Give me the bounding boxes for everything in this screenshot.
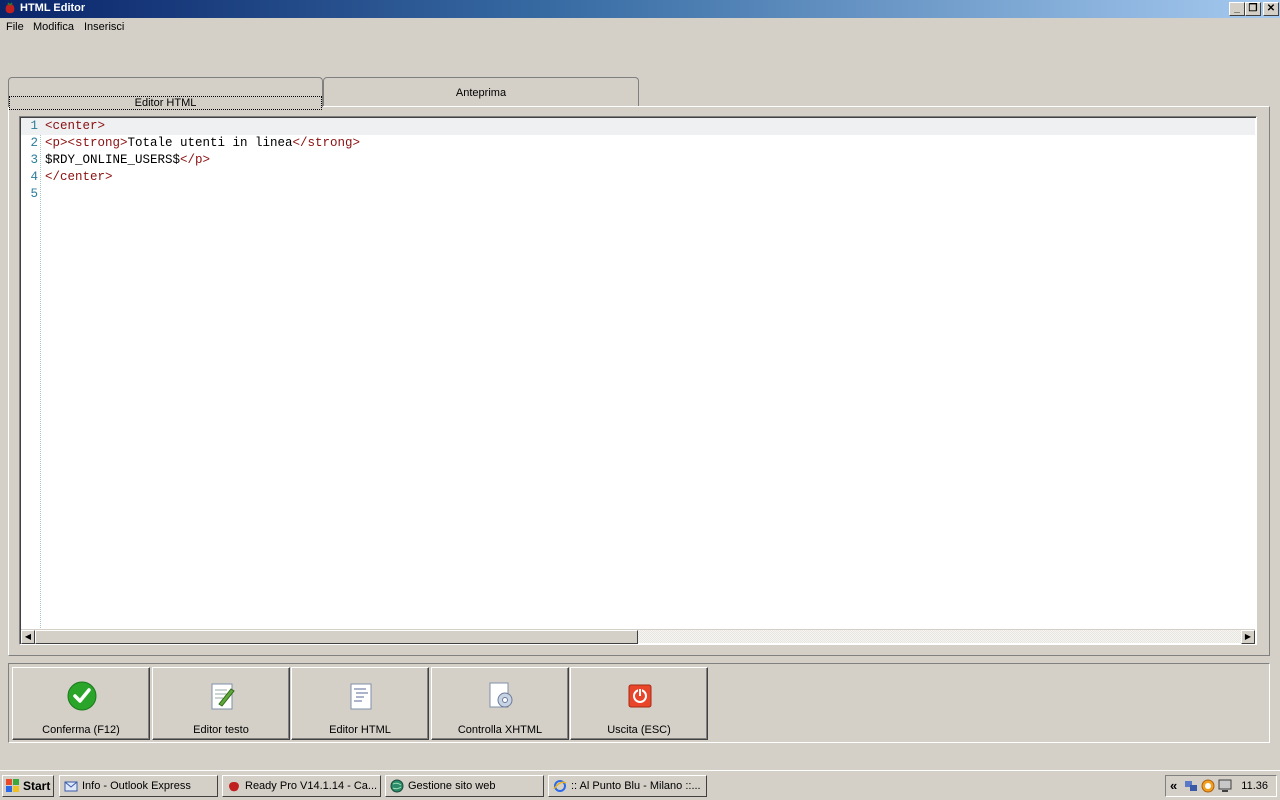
taskbar-item-outlook[interactable]: Info - Outlook Express bbox=[59, 775, 218, 797]
code-tag: </strong> bbox=[292, 136, 361, 150]
menu-file[interactable]: File bbox=[6, 21, 24, 33]
taskbar-item-label: Ready Pro V14.1.14 - Ca... bbox=[245, 780, 378, 792]
scroll-thumb[interactable] bbox=[35, 630, 638, 644]
power-icon bbox=[628, 684, 652, 708]
exit-button[interactable]: Uscita (ESC) bbox=[570, 667, 708, 740]
confirm-button[interactable]: Conferma (F12) bbox=[12, 667, 150, 740]
line-number: 2 bbox=[30, 136, 38, 150]
check-xhtml-button[interactable]: Controlla XHTML bbox=[431, 667, 569, 740]
antivirus-icon[interactable] bbox=[1201, 779, 1215, 793]
line-number: 5 bbox=[30, 187, 38, 201]
strawberry-icon bbox=[229, 782, 239, 792]
app-strawberry-icon bbox=[5, 2, 15, 14]
text-editor-button[interactable]: Editor testo bbox=[152, 667, 290, 740]
code-tag: </p> bbox=[180, 153, 211, 167]
code-line[interactable]: 1 <center> bbox=[21, 118, 1255, 135]
menu-modifica[interactable]: Modifica bbox=[33, 21, 74, 33]
code-text: $RDY_ONLINE_USERS$ bbox=[45, 153, 181, 167]
close-button[interactable]: ✕ bbox=[1263, 2, 1279, 16]
network-icon[interactable] bbox=[1184, 779, 1198, 793]
check-xhtml-button-label: Controlla XHTML bbox=[457, 724, 543, 736]
html-editor-button[interactable]: Editor HTML bbox=[291, 667, 429, 740]
html-document-icon bbox=[350, 683, 372, 710]
taskbar-item-label: Gestione sito web bbox=[408, 780, 496, 792]
code-tag: <p><strong> bbox=[45, 136, 128, 150]
line-number: 4 bbox=[30, 170, 38, 184]
outlook-express-icon bbox=[64, 781, 78, 792]
code-line[interactable]: 4 </center> bbox=[21, 169, 1255, 186]
code-line[interactable]: 2 <p><strong>Totale utenti in linea</str… bbox=[21, 135, 1255, 152]
minimize-button[interactable]: _ bbox=[1229, 2, 1245, 16]
monitor-icon[interactable] bbox=[1218, 779, 1232, 793]
line-number: 3 bbox=[30, 153, 38, 167]
code-text: Totale utenti in linea bbox=[127, 136, 293, 150]
tab-editor-html[interactable]: Editor HTML bbox=[8, 77, 323, 110]
window-title: HTML Editor bbox=[20, 2, 86, 14]
restore-button[interactable]: ❐ bbox=[1245, 2, 1261, 16]
menu-bar: File Modifica Inserisci bbox=[0, 19, 1280, 37]
clock: 11.36 bbox=[1241, 780, 1268, 792]
code-line[interactable]: 3 $RDY_ONLINE_USERS$</p> bbox=[21, 152, 1255, 169]
code-tag: <center> bbox=[45, 119, 106, 133]
gear-document-icon bbox=[489, 682, 513, 708]
taskbar-item-ready-pro[interactable]: Ready Pro V14.1.14 - Ca... bbox=[222, 775, 381, 797]
check-icon bbox=[67, 681, 97, 711]
horizontal-scrollbar[interactable]: ◀ ▶ bbox=[21, 629, 1255, 644]
taskbar-item-gestione-sito[interactable]: Gestione sito web bbox=[385, 775, 544, 797]
text-editor-button-label: Editor testo bbox=[193, 724, 249, 736]
show-hidden-icons-icon[interactable]: « bbox=[1170, 778, 1177, 793]
tab-editor-html-label: Editor HTML bbox=[9, 96, 322, 110]
html-code-editor[interactable]: 1 <center> 2 <p><strong>Totale utenti in… bbox=[19, 116, 1257, 645]
internet-explorer-icon bbox=[553, 780, 567, 792]
system-tray: « 11.36 bbox=[1165, 775, 1277, 797]
code-tag: </center> bbox=[45, 170, 113, 184]
html-editor-button-label: Editor HTML bbox=[329, 724, 391, 736]
taskbar-item-internet-explorer[interactable]: :: Al Punto Blu - Milano ::... bbox=[548, 775, 707, 797]
globe-icon bbox=[390, 779, 404, 793]
scroll-right-arrow-icon[interactable]: ▶ bbox=[1241, 630, 1255, 644]
confirm-button-label: Conferma (F12) bbox=[42, 724, 120, 736]
code-line[interactable]: 5 bbox=[21, 186, 1255, 203]
start-label: Start bbox=[23, 779, 51, 793]
windows-logo-icon bbox=[6, 779, 19, 792]
taskbar-item-label: :: Al Punto Blu - Milano ::... bbox=[571, 780, 701, 792]
edit-text-icon bbox=[211, 683, 235, 710]
title-bar[interactable]: HTML Editor _ ❐ ✕ bbox=[0, 0, 1280, 18]
scroll-left-arrow-icon[interactable]: ◀ bbox=[21, 630, 35, 644]
menu-inserisci[interactable]: Inserisci bbox=[84, 21, 124, 33]
taskbar-item-label: Info - Outlook Express bbox=[82, 780, 191, 792]
tab-anteprima-label: Anteprima bbox=[455, 87, 507, 99]
start-button[interactable]: Start bbox=[2, 775, 54, 797]
tab-anteprima[interactable]: Anteprima bbox=[323, 77, 639, 106]
exit-button-label: Uscita (ESC) bbox=[607, 724, 671, 736]
taskbar: Start Info - Outlook Express Ready Pro V… bbox=[0, 770, 1280, 800]
line-number: 1 bbox=[30, 119, 38, 133]
